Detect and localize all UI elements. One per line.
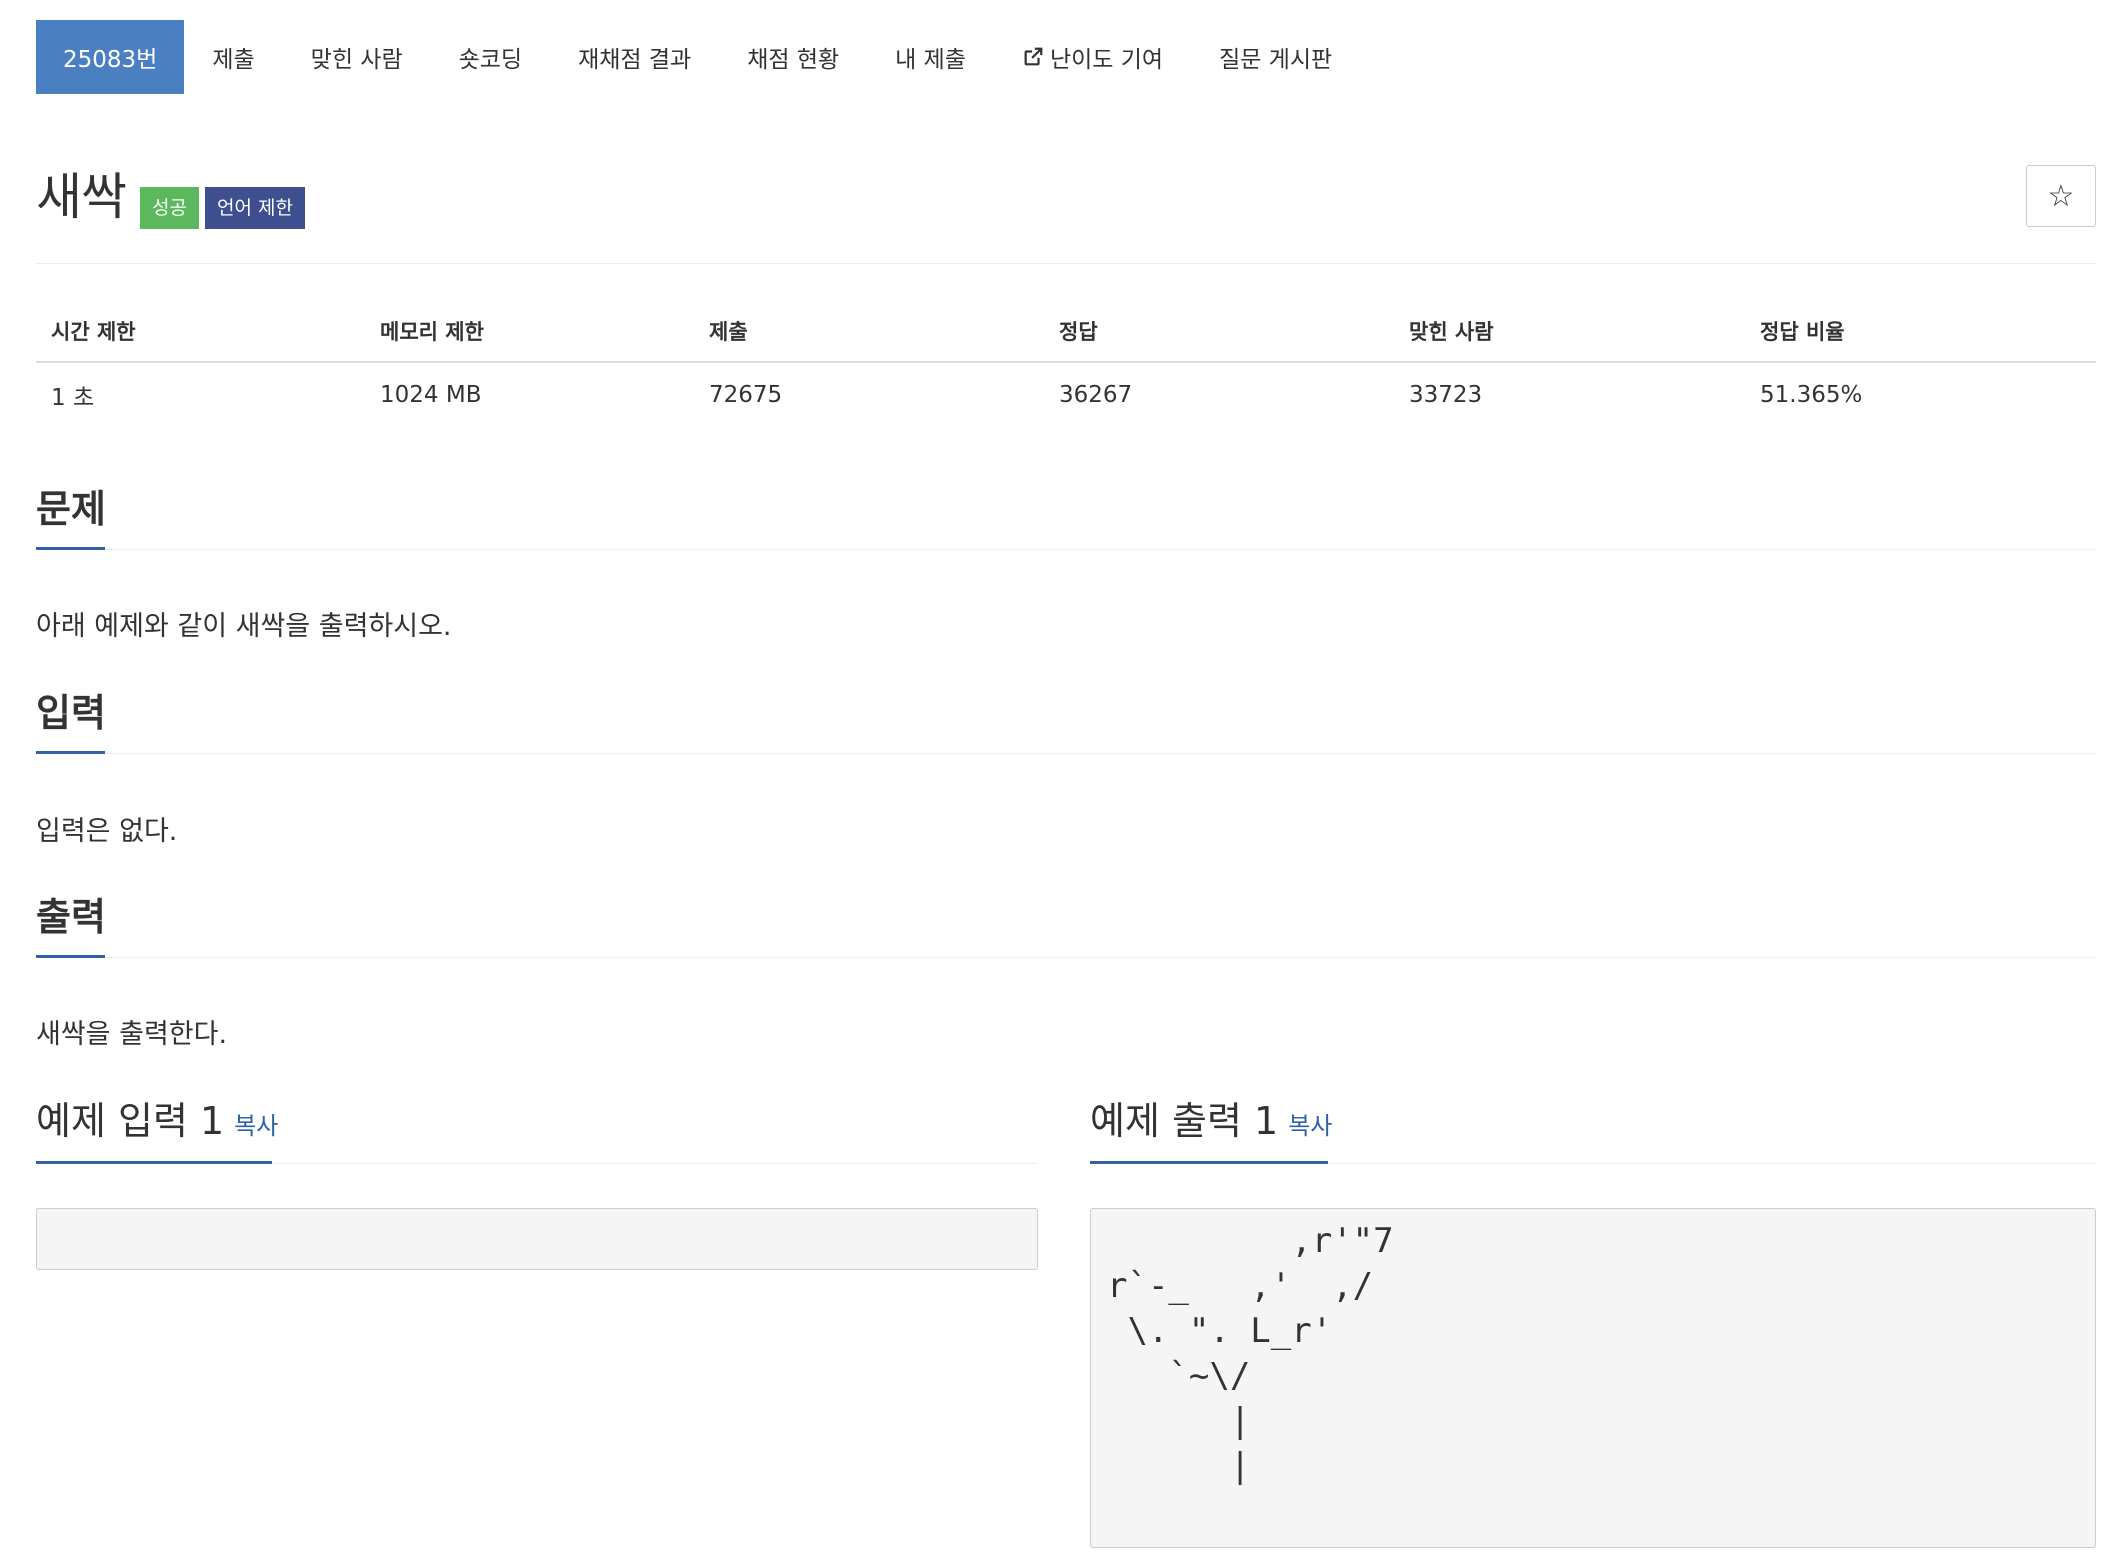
value-accepted: 36267 [1059,381,1133,408]
tab-question-board[interactable]: 질문 게시판 [1191,20,1360,94]
sample-output-box: ,r'"7 r`-_ ,' ,/ \. ". L_r' `~\/ | | [1090,1208,2096,1548]
sample-input-title: 예제 입력 1 [36,1099,225,1143]
tab-judge-status[interactable]: 채점 현황 [719,20,867,94]
tab-short-coding[interactable]: 숏코딩 [431,20,550,94]
tab-rejudge-results[interactable]: 재채점 결과 [550,20,719,94]
copy-sample-output-link[interactable]: 복사 [1288,1112,1332,1140]
status-badge-success: 성공 [140,187,199,229]
section-title-input: 입력 [36,691,106,735]
section-divider [36,957,2096,958]
section-underline [36,547,105,550]
tab-difficulty-contribution[interactable]: 난이도 기여 [994,20,1191,94]
value-accepted-ratio: 51.365% [1760,381,1863,408]
sample-output-title: 예제 출력 1 [1090,1099,1279,1143]
tab-my-submissions[interactable]: 내 제출 [867,20,994,94]
sample-input-box [36,1208,1038,1270]
section-title-output: 출력 [36,895,106,939]
header-memory-limit: 메모리 제한 [380,319,484,344]
value-memory-limit: 1024 MB [380,381,482,408]
tab-problem[interactable]: 25083번 [36,20,185,94]
table-row: 1 초 1024 MB 72675 36267 33723 51.365% [36,363,2096,426]
star-icon: ☆ [2047,179,2075,213]
section-underline [36,955,105,958]
section-divider [36,753,2096,754]
favorite-star-button[interactable]: ☆ [2026,165,2096,227]
section-divider [36,549,2096,550]
header-accepted-ratio: 정답 비율 [1760,319,1845,344]
section-underline [1090,1161,1328,1164]
tab-submit[interactable]: 제출 [184,20,282,94]
header-submissions: 제출 [709,319,748,344]
title-divider [36,263,2096,264]
problem-menu-tabs: 25083번 제출 맞힌 사람 숏코딩 재채점 결과 채점 현황 내 제출 난이… [36,20,1360,94]
status-badge-language-restriction: 언어 제한 [204,187,305,229]
header-time-limit: 시간 제한 [51,319,136,344]
value-solved-users: 33723 [1409,381,1483,408]
value-time-limit: 1 초 [51,384,95,411]
header-accepted: 정답 [1059,319,1098,344]
input-description: 입력은 없다. [36,816,178,847]
section-title-problem: 문제 [36,487,106,531]
sample-output-title-row: 예제 출력 1 복사 [1090,1098,1332,1149]
problem-info-table: 시간 제한 메모리 제한 제출 정답 맞힌 사람 정답 비율 1 초 1024 … [36,300,2096,426]
problem-description: 아래 예제와 같이 새싹을 출력하시오. [36,611,452,642]
tab-solved-users[interactable]: 맞힌 사람 [283,20,431,94]
sample-input-content [37,1209,1037,1219]
problem-title: 새싹 [36,168,127,226]
header-solved-users: 맞힌 사람 [1409,319,1494,344]
sample-input-title-row: 예제 입력 1 복사 [36,1098,278,1149]
tab-difficulty-label: 난이도 기여 [1049,47,1164,73]
external-link-icon [1024,47,1043,66]
table-header-row: 시간 제한 메모리 제한 제출 정답 맞힌 사람 정답 비율 [36,300,2096,363]
sample-output-content: ,r'"7 r`-_ ,' ,/ \. ". L_r' `~\/ | | [1107,1221,1394,1486]
copy-sample-input-link[interactable]: 복사 [234,1112,278,1140]
problem-title-row: 새싹 성공 언어 제한 [36,165,305,229]
section-underline [36,751,105,754]
output-description: 새싹을 출력한다. [36,1019,228,1050]
value-submissions: 72675 [709,381,783,408]
section-underline [36,1161,272,1164]
